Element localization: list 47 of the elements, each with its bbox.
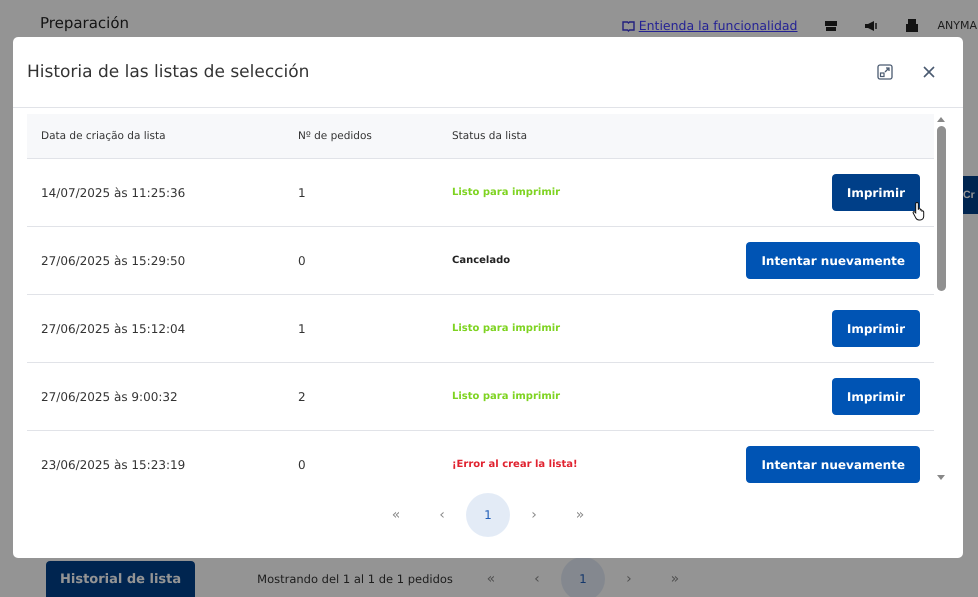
expand-icon[interactable] <box>877 64 893 80</box>
page-button[interactable]: 1 <box>466 493 510 537</box>
status-label: Listo para imprimir <box>452 323 562 334</box>
page-button[interactable]: ‹ <box>514 557 559 597</box>
page-button[interactable]: « <box>468 557 513 597</box>
status-label: Cancelado <box>452 255 512 266</box>
page-title: Preparación <box>40 14 130 34</box>
date-cell-text: 23/06/2025 às 15:23:19 <box>41 458 186 472</box>
orders-cell-text: 2 <box>298 390 307 404</box>
date-cell-text: 27/06/2025 às 9:00:32 <box>41 390 179 404</box>
building-icon[interactable] <box>906 19 918 32</box>
column-header: Data de criação da lista <box>41 130 167 142</box>
scroll-up-icon[interactable] <box>936 116 946 122</box>
action-button[interactable]: Intentar nuevamente <box>746 446 920 483</box>
close-icon[interactable] <box>923 66 935 78</box>
book-icon <box>622 20 635 32</box>
action-button[interactable]: Imprimir <box>832 174 920 211</box>
status-label: Listo para imprimir <box>452 187 562 198</box>
account-name[interactable]: ANYMA <box>938 19 977 32</box>
action-button[interactable]: Imprimir <box>832 378 920 415</box>
page-button[interactable]: › <box>606 557 651 597</box>
help-link[interactable]: Entienda la funcionalidad <box>622 18 798 33</box>
page-button[interactable]: 1 <box>560 557 605 597</box>
page-button[interactable]: › <box>512 493 556 537</box>
action-button[interactable]: Imprimir <box>832 310 920 347</box>
results-summary: Mostrando del 1 al 1 de 1 pedidos <box>257 572 453 586</box>
date-cell-text: 27/06/2025 às 15:12:04 <box>41 322 186 336</box>
page-button[interactable]: ‹ <box>420 493 464 537</box>
orders-cell-text: 0 <box>298 254 307 268</box>
orders-cell-text: 1 <box>298 322 307 336</box>
megaphone-icon[interactable] <box>864 20 880 32</box>
date-cell-text: 27/06/2025 às 15:29:50 <box>41 254 186 268</box>
orders-cell-text: 0 <box>298 458 307 472</box>
action-button[interactable]: Intentar nuevamente <box>746 242 920 279</box>
column-header: Nº de pedidos <box>298 130 373 142</box>
modal-title: Historia de las listas de selección <box>27 62 310 82</box>
page-button[interactable]: « <box>374 493 418 537</box>
create-button[interactable]: Cr <box>963 176 978 214</box>
orders-cell-text: 1 <box>298 186 307 200</box>
page-button[interactable]: » <box>558 493 602 537</box>
status-label: ¡Error al crear la lista! <box>452 459 579 470</box>
page-button[interactable]: » <box>652 557 697 597</box>
scroll-down-icon[interactable] <box>936 475 946 481</box>
history-button[interactable]: Historial de lista <box>46 561 196 597</box>
date-cell-text: 14/07/2025 às 11:25:36 <box>41 186 186 200</box>
column-header: Status da lista <box>452 130 528 142</box>
status-label: Listo para imprimir <box>452 391 562 402</box>
